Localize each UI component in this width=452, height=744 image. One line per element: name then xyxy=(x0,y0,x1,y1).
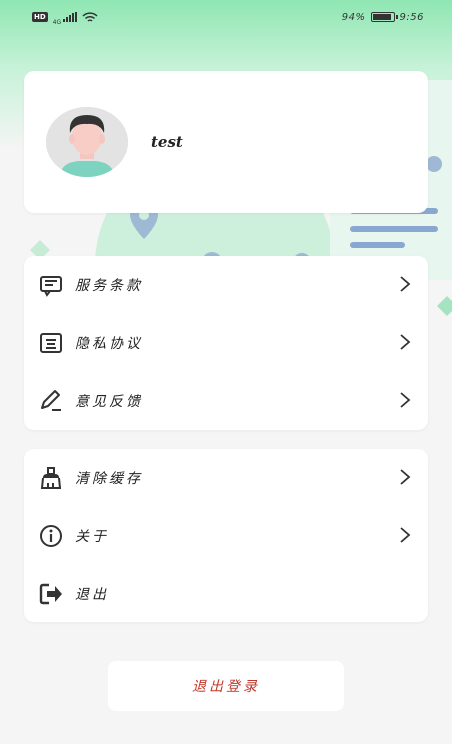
username: test xyxy=(151,133,183,151)
network-type: 4G xyxy=(52,18,62,26)
menu-label-clear-cache: 清除缓存 xyxy=(75,471,143,487)
terms-icon xyxy=(40,276,62,297)
chevron-right-icon xyxy=(400,392,411,408)
menu-item-exit[interactable]: 退出 xyxy=(24,565,428,623)
avatar-illustration xyxy=(46,107,128,177)
battery-level xyxy=(372,14,392,20)
user-avatar-icon[interactable] xyxy=(46,107,128,177)
feedback-icon xyxy=(41,390,61,411)
wifi-icon xyxy=(82,11,98,22)
settings-group-2: 清除缓存 关于 退出 xyxy=(24,449,428,622)
clear-cache-icon xyxy=(40,467,62,489)
menu-label-exit: 退出 xyxy=(75,587,109,603)
info-icon xyxy=(40,525,62,547)
settings-group-1: 服务条款 隐私协议 意见反馈 xyxy=(24,256,428,430)
menu-item-privacy[interactable]: 隐私协议 xyxy=(24,314,428,372)
logout-button[interactable]: 退出登录 xyxy=(108,661,344,711)
chevron-right-icon xyxy=(400,469,411,485)
clock: 9:56 xyxy=(399,11,424,23)
status-bar: HD 4G 94% 9:56 xyxy=(0,0,452,34)
hd-badge: HD xyxy=(32,12,48,22)
chevron-right-icon xyxy=(400,527,411,543)
exit-icon xyxy=(39,583,62,605)
menu-item-feedback[interactable]: 意见反馈 xyxy=(24,372,428,430)
battery-percent: 94% xyxy=(341,11,366,23)
menu-label-terms: 服务条款 xyxy=(75,278,143,294)
menu-item-clear-cache[interactable]: 清除缓存 xyxy=(24,449,428,507)
menu-label-about: 关于 xyxy=(75,529,109,545)
menu-item-about[interactable]: 关于 xyxy=(24,507,428,565)
chevron-right-icon xyxy=(400,334,411,350)
menu-item-terms[interactable]: 服务条款 xyxy=(24,256,428,314)
battery-icon xyxy=(370,12,398,22)
menu-label-feedback: 意见反馈 xyxy=(75,394,143,410)
chevron-right-icon xyxy=(400,276,411,292)
signal-icon xyxy=(63,12,78,22)
menu-label-privacy: 隐私协议 xyxy=(75,336,143,352)
privacy-icon xyxy=(40,333,62,353)
profile-card[interactable]: test xyxy=(24,71,428,213)
